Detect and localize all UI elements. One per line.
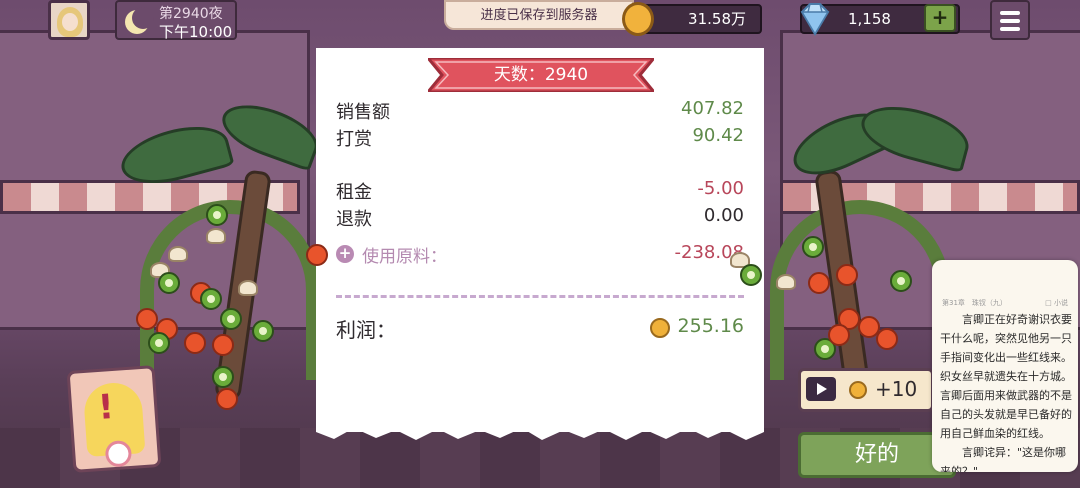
tomato-slice bbox=[212, 334, 234, 356]
video-play-icon bbox=[806, 377, 836, 401]
player-avatar[interactable] bbox=[48, 0, 90, 40]
coin-icon bbox=[849, 381, 867, 399]
pepper-slice bbox=[252, 320, 274, 342]
menu-bar bbox=[1000, 27, 1020, 31]
pepper-slice bbox=[158, 272, 180, 294]
receipt-divider bbox=[336, 295, 744, 298]
reader-paragraph: 言卿正在好奇谢识衣要干什么呢，突然见他另一只手指间变化出一些红线来。织女丝早就遗… bbox=[940, 313, 1072, 440]
rent-value: -5.00 bbox=[697, 178, 744, 199]
pepper-slice bbox=[206, 204, 228, 226]
tomato-slice bbox=[184, 332, 206, 354]
floating-reader-panel[interactable]: □ 小说 第31章 珠钗（九） 言卿正在好奇谢识衣要干什么呢，突然见他另一只手指… bbox=[932, 260, 1078, 472]
save-notice: 进度已保存到服务器 bbox=[444, 0, 634, 30]
pepper-slice bbox=[220, 308, 242, 330]
day-banner: 天数：2940 bbox=[493, 65, 589, 85]
mushroom-slice bbox=[776, 274, 796, 290]
profit-value: 255.16 bbox=[677, 315, 744, 337]
pepper-slice bbox=[212, 366, 234, 388]
reader-header: □ 小说 第31章 珠钗（九） bbox=[942, 298, 1068, 308]
hamburger-menu-icon[interactable] bbox=[990, 0, 1030, 40]
mushroom-slice bbox=[168, 246, 188, 262]
coin-icon bbox=[622, 2, 654, 36]
tips-value: 90.42 bbox=[692, 125, 744, 146]
mushroom-slice bbox=[238, 280, 258, 296]
pepper-slice bbox=[740, 264, 762, 286]
tomato-slice bbox=[836, 264, 858, 286]
buy-gems-button[interactable]: + bbox=[924, 4, 956, 32]
avatar-face bbox=[62, 13, 78, 31]
refund-value: 0.00 bbox=[703, 205, 744, 226]
sales-label: 销售额 bbox=[336, 102, 390, 123]
mushroom-slice bbox=[206, 228, 226, 244]
plus-circle-icon[interactable]: + bbox=[336, 245, 354, 263]
pepper-slice bbox=[802, 236, 824, 258]
tomato-slice bbox=[306, 244, 328, 266]
refund-label: 退款 bbox=[336, 209, 372, 230]
pepper-slice bbox=[148, 332, 170, 354]
alert-dot bbox=[104, 439, 133, 468]
receipt-torn-edge bbox=[316, 424, 764, 440]
diamond-icon bbox=[800, 3, 830, 36]
tips-label: 打赏 bbox=[336, 129, 372, 150]
clock-time: 下午10:00 bbox=[159, 23, 233, 41]
materials-used-label[interactable]: 使用原料： bbox=[362, 242, 447, 267]
tomato-slice bbox=[828, 324, 850, 346]
profit-label: 利润： bbox=[336, 318, 396, 342]
chapter-title: 第31章 珠钗（九） bbox=[942, 299, 1007, 307]
moon-icon bbox=[125, 7, 154, 34]
alert-card[interactable]: ! bbox=[66, 365, 162, 473]
night-counter: 第2940夜 bbox=[159, 6, 223, 22]
exclamation-icon: ! bbox=[96, 387, 116, 429]
tomato-slice bbox=[876, 328, 898, 350]
rent-label: 租金 bbox=[336, 182, 372, 203]
menu-bar bbox=[1000, 19, 1020, 23]
tomato-slice bbox=[216, 388, 238, 410]
day-time-panel: 第2940夜 下午10:00 bbox=[115, 0, 237, 41]
coin-icon bbox=[650, 318, 670, 338]
ad-reward-amount: +10 bbox=[875, 377, 918, 401]
pepper-slice bbox=[890, 270, 912, 292]
sales-value: 407.82 bbox=[681, 98, 744, 119]
menu-bar bbox=[1000, 11, 1020, 15]
tomato-slice bbox=[136, 308, 158, 330]
tomato-slice bbox=[808, 272, 830, 294]
reader-paragraph: 言卿诧异："这是你哪来的？" bbox=[940, 446, 1067, 472]
reader-header-right: □ 小说 bbox=[1045, 299, 1068, 307]
reader-text: 言卿正在好奇谢识衣要干什么呢，突然见他另一只手指间变化出一些红线来。织女丝早就遗… bbox=[940, 310, 1072, 472]
pepper-slice bbox=[200, 288, 222, 310]
